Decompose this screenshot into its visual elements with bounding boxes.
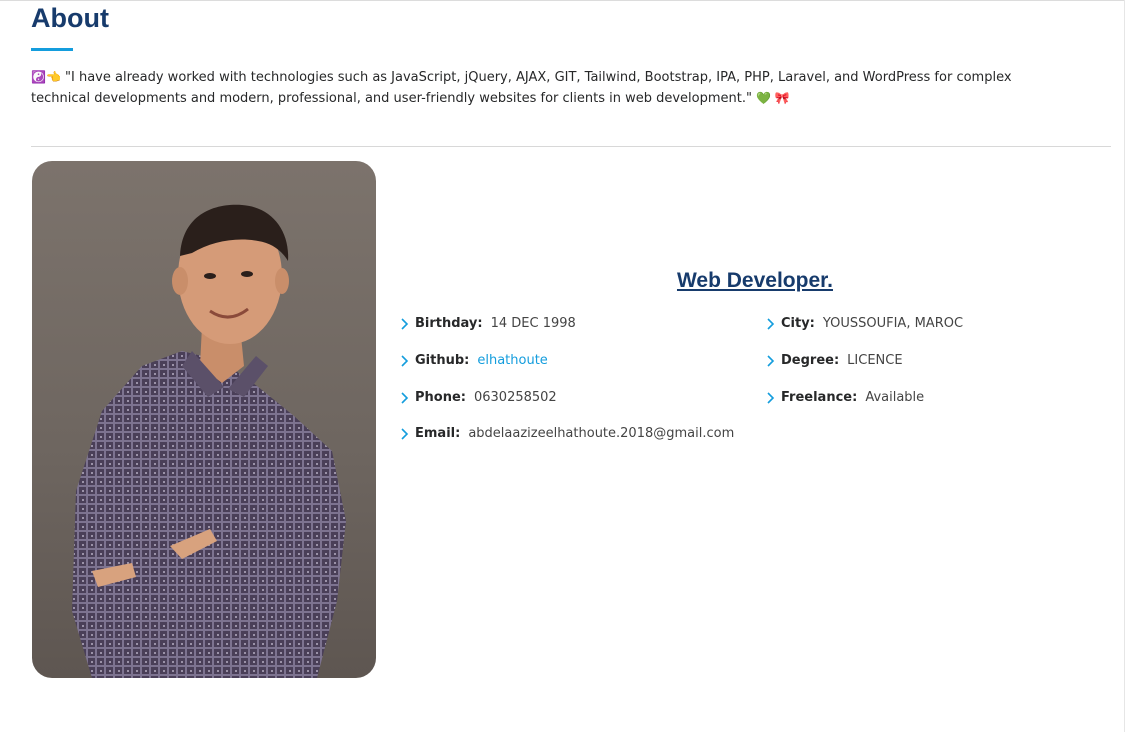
profile-photo <box>32 161 376 678</box>
intro-emoji-prefix: ☯️👈 <box>31 70 61 84</box>
info-degree: Degree: LICENCE <box>766 352 903 370</box>
info-value: 14 DEC 1998 <box>490 316 576 331</box>
info-label: Birthday: <box>415 316 483 331</box>
section-title: About <box>31 3 109 33</box>
info-github: Github: elhathoute <box>400 352 548 370</box>
intro-paragraph: ☯️👈 "I have already worked with technolo… <box>31 67 1051 109</box>
info-label: Degree: <box>781 353 840 368</box>
info-label: Github: <box>415 353 470 368</box>
chevron-right-icon <box>400 427 414 441</box>
chevron-right-icon <box>400 354 414 368</box>
info-value: Available <box>865 390 925 405</box>
info-label: Phone: <box>415 390 466 405</box>
info-value: YOUSSOUFIA, MAROC <box>822 316 964 331</box>
intro-emoji-suffix: 💚 🎀 <box>756 91 790 105</box>
info-birthday: Birthday: 14 DEC 1998 <box>400 315 576 333</box>
info-email: Email: abdelaazizeelhathoute.2018@gmail.… <box>400 425 734 443</box>
chevron-right-icon <box>766 391 780 405</box>
role-heading: Web Developer. <box>676 269 833 292</box>
top-border <box>0 0 1125 1</box>
info-value: 0630258502 <box>473 390 557 405</box>
info-value: abdelaazizeelhathoute.2018@gmail.com <box>468 426 735 441</box>
info-label: Freelance: <box>781 390 858 405</box>
info-city: City: YOUSSOUFIA, MAROC <box>766 315 963 333</box>
chevron-right-icon <box>400 391 414 405</box>
chevron-right-icon <box>766 354 780 368</box>
info-label: Email: <box>415 426 461 441</box>
chevron-right-icon <box>766 317 780 331</box>
title-underline <box>31 48 73 51</box>
section-divider <box>31 146 1111 147</box>
info-freelance: Freelance: Available <box>766 389 924 407</box>
info-label: City: <box>781 316 815 331</box>
info-phone: Phone: 0630258502 <box>400 389 557 407</box>
github-link[interactable]: elhathoute <box>477 352 547 370</box>
chevron-right-icon <box>400 317 414 331</box>
info-value: LICENCE <box>847 353 903 368</box>
intro-text: "I have already worked with technologies… <box>31 70 1012 106</box>
